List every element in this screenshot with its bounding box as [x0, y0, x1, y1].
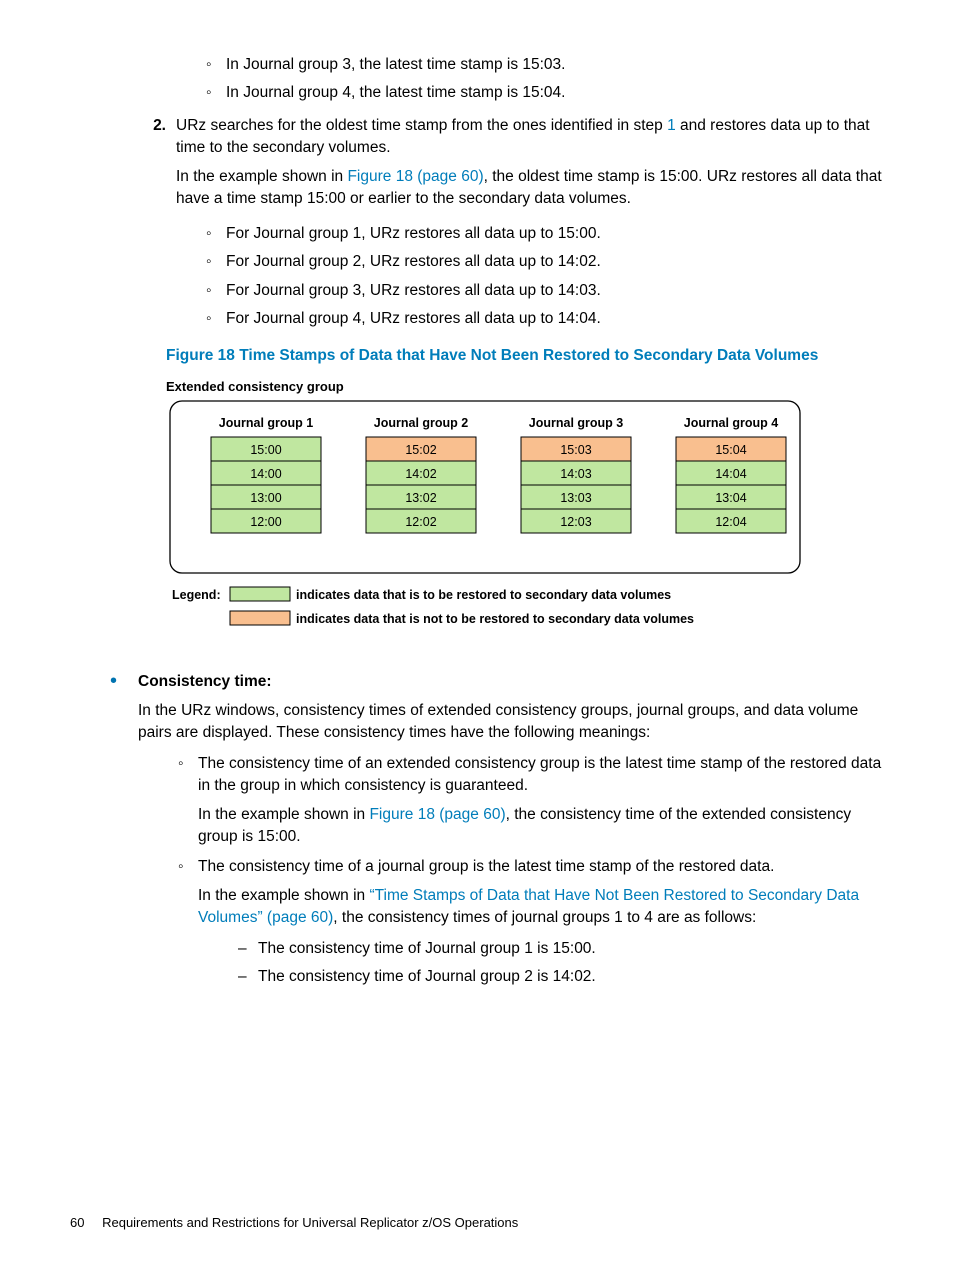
text: For Journal group 4, URz restores all da… — [226, 310, 601, 327]
consistency-time-heading: • Consistency time: — [110, 671, 884, 693]
text: In the example shown in — [176, 168, 347, 185]
bullet-icon: • — [110, 671, 138, 693]
svg-text:Journal group 2: Journal group 2 — [374, 416, 469, 430]
svg-text:14:03: 14:03 — [560, 467, 591, 481]
figure18: Extended consistency group Journal group… — [166, 377, 884, 647]
ct-para: In the URz windows, consistency times of… — [138, 700, 884, 745]
svg-text:indicates data that is to be r: indicates data that is to be restored to… — [296, 588, 671, 602]
text: In Journal group 4, the latest time stam… — [226, 84, 565, 101]
ct-item1-para: In the example shown in Figure 18 (page … — [198, 804, 884, 849]
svg-text:14:00: 14:00 — [250, 467, 281, 481]
link-figure18-b[interactable]: Figure 18 (page 60) — [369, 806, 505, 823]
svg-text:14:02: 14:02 — [405, 467, 436, 481]
text: In Journal group 3, the latest time stam… — [226, 56, 565, 73]
svg-text:Journal group 3: Journal group 3 — [529, 416, 624, 430]
sub-item: The consistency time of an extended cons… — [170, 753, 884, 849]
svg-text:Journal group 1: Journal group 1 — [219, 416, 314, 430]
figure-caption: Figure 18 Time Stamps of Data that Have … — [166, 345, 884, 367]
svg-text:13:03: 13:03 — [560, 491, 591, 505]
step-text: URz searches for the oldest time stamp f… — [176, 115, 884, 219]
sub-item: In Journal group 4, the latest time stam… — [198, 82, 884, 104]
text: For Journal group 3, URz restores all da… — [226, 282, 601, 299]
svg-text:13:02: 13:02 — [405, 491, 436, 505]
sub-item: In Journal group 3, the latest time stam… — [198, 54, 884, 76]
footer-text: Requirements and Restrictions for Univer… — [102, 1215, 518, 1230]
text: In the example shown in — [198, 887, 369, 904]
svg-text:15:03: 15:03 — [560, 443, 591, 457]
svg-text:Legend:: Legend: — [172, 588, 221, 602]
dash-item: The consistency time of Journal group 2 … — [232, 966, 884, 988]
sub-item: For Journal group 4, URz restores all da… — [198, 308, 884, 330]
page-footer: 60 Requirements and Restrictions for Uni… — [70, 1214, 518, 1233]
ct-item2-para: In the example shown in “Time Stamps of … — [198, 885, 884, 930]
text: The consistency time of Journal group 1 … — [258, 940, 596, 957]
step-para2: In the example shown in Figure 18 (page … — [176, 166, 884, 211]
dash-item: The consistency time of Journal group 1 … — [232, 938, 884, 960]
heading-text: Consistency time: — [138, 671, 884, 693]
link-step1[interactable]: 1 — [667, 117, 676, 134]
svg-text:12:02: 12:02 — [405, 515, 436, 529]
ct-sublist: The consistency time of an extended cons… — [138, 753, 884, 989]
text: The consistency time of Journal group 2 … — [258, 968, 596, 985]
page-number: 60 — [70, 1215, 84, 1230]
svg-text:13:04: 13:04 — [715, 491, 746, 505]
ct-item2-dashlist: The consistency time of Journal group 1 … — [198, 938, 884, 989]
text: For Journal group 1, URz restores all da… — [226, 225, 601, 242]
svg-text:15:02: 15:02 — [405, 443, 436, 457]
step-marker: 2. — [134, 115, 176, 219]
svg-text:Journal group 4: Journal group 4 — [684, 416, 779, 430]
text: For Journal group 2, URz restores all da… — [226, 253, 601, 270]
svg-text:indicates data that is not to: indicates data that is not to be restore… — [296, 612, 694, 626]
text: In the example shown in — [198, 806, 369, 823]
step-2: 2. URz searches for the oldest time stam… — [134, 115, 884, 219]
svg-text:14:04: 14:04 — [715, 467, 746, 481]
ecg-title: Extended consistency group — [166, 379, 344, 394]
sub-item: For Journal group 1, URz restores all da… — [198, 223, 884, 245]
svg-text:12:03: 12:03 — [560, 515, 591, 529]
sub-item: The consistency time of a journal group … — [170, 856, 884, 988]
link-figure18[interactable]: Figure 18 (page 60) — [347, 168, 483, 185]
text: , the consistency times of journal group… — [333, 909, 756, 926]
svg-text:15:04: 15:04 — [715, 443, 746, 457]
svg-text:13:00: 13:00 — [250, 491, 281, 505]
sub-item: For Journal group 3, URz restores all da… — [198, 280, 884, 302]
text: The consistency time of an extended cons… — [198, 755, 881, 794]
sub-item: For Journal group 2, URz restores all da… — [198, 251, 884, 273]
svg-text:15:00: 15:00 — [250, 443, 281, 457]
step2-sublist: For Journal group 1, URz restores all da… — [166, 223, 884, 331]
top-sublist: In Journal group 3, the latest time stam… — [166, 54, 884, 105]
text: URz searches for the oldest time stamp f… — [176, 117, 667, 134]
svg-text:12:00: 12:00 — [250, 515, 281, 529]
text: The consistency time of a journal group … — [198, 858, 774, 875]
svg-text:12:04: 12:04 — [715, 515, 746, 529]
